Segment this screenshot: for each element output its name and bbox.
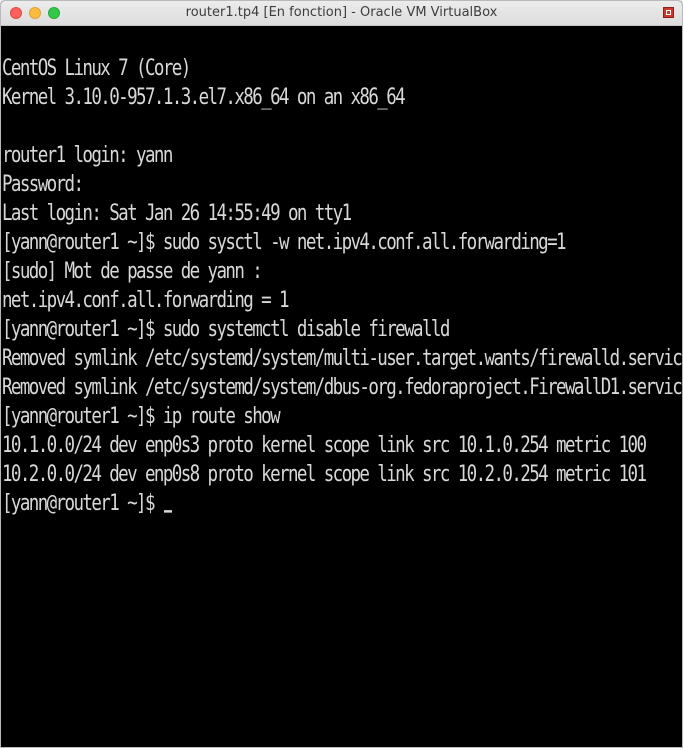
text-cursor [163,510,172,513]
vm-console-screen[interactable]: CentOS Linux 7 (Core) Kernel 3.10.0-957.… [1,26,682,747]
title-bar[interactable]: router1.tp4 [En fonction] - Oracle VM Vi… [1,1,682,26]
console-prompt-line[interactable]: [yann@router1 ~]$ [1,486,682,522]
virtualbox-restore-icon[interactable] [663,7,674,18]
console-prompt: [yann@router1 ~]$ [2,491,163,517]
virtualbox-window: router1.tp4 [En fonction] - Oracle VM Vi… [0,0,683,748]
window-title: router1.tp4 [En fonction] - Oracle VM Vi… [185,5,498,20]
